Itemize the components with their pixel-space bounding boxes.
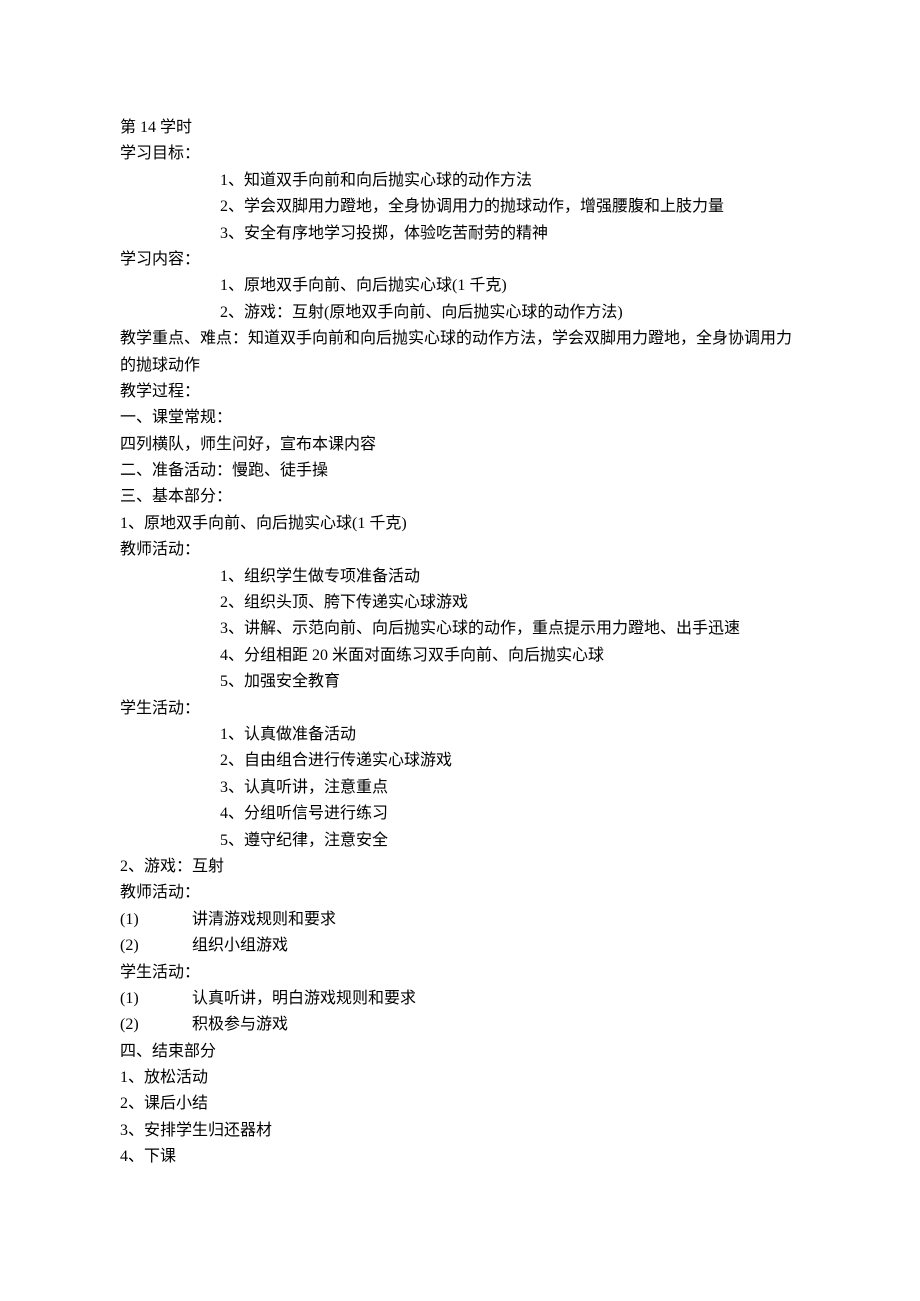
paren-text: 认真听讲，明白游戏规则和要求 bbox=[192, 986, 416, 1012]
paren-number: (1) bbox=[120, 907, 192, 933]
content-item: 2、游戏：互射(原地双手向前、向后抛实心球的动作方法) bbox=[120, 300, 800, 326]
goal-item: 2、学会双脚用力蹬地，全身协调用力的抛球动作，增强腰腹和上肢力量 bbox=[120, 194, 800, 220]
student-activity-label: 学生活动： bbox=[120, 960, 800, 986]
goals-label: 学习目标： bbox=[120, 141, 800, 167]
student-activity-paren-item: (2) 积极参与游戏 bbox=[120, 1012, 800, 1038]
section1-label: 一、课堂常规： bbox=[120, 405, 800, 431]
student-activity-item: 5、遵守纪律，注意安全 bbox=[120, 828, 800, 854]
student-activity-item: 4、分组听信号进行练习 bbox=[120, 801, 800, 827]
paren-text: 积极参与游戏 bbox=[192, 1012, 288, 1038]
student-activity-item: 2、自由组合进行传递实心球游戏 bbox=[120, 748, 800, 774]
lesson-number: 第 14 学时 bbox=[120, 115, 800, 141]
section2-label: 二、准备活动：慢跑、徒手操 bbox=[120, 458, 800, 484]
student-activity-label: 学生活动： bbox=[120, 696, 800, 722]
content-label: 学习内容： bbox=[120, 247, 800, 273]
ending-item: 2、课后小结 bbox=[120, 1091, 800, 1117]
ending-item: 4、下课 bbox=[120, 1144, 800, 1170]
part1-label: 1、原地双手向前、向后抛实心球(1 千克) bbox=[120, 511, 800, 537]
teacher-activity-item: 5、加强安全教育 bbox=[120, 669, 800, 695]
student-activity-item: 1、认真做准备活动 bbox=[120, 722, 800, 748]
paren-number: (2) bbox=[120, 1012, 192, 1038]
teacher-activity-label: 教师活动： bbox=[120, 880, 800, 906]
student-activity-item: 3、认真听讲，注意重点 bbox=[120, 775, 800, 801]
part2-label: 2、游戏：互射 bbox=[120, 854, 800, 880]
paren-text: 讲清游戏规则和要求 bbox=[192, 907, 336, 933]
goal-item: 1、知道双手向前和向后抛实心球的动作方法 bbox=[120, 168, 800, 194]
key-points: 教学重点、难点：知道双手向前和向后抛实心球的动作方法，学会双脚用力蹬地，全身协调… bbox=[120, 326, 800, 379]
paren-number: (1) bbox=[120, 986, 192, 1012]
teacher-activity-paren-item: (1) 讲清游戏规则和要求 bbox=[120, 907, 800, 933]
ending-item: 1、放松活动 bbox=[120, 1065, 800, 1091]
goal-item: 3、安全有序地学习投掷，体验吃苦耐劳的精神 bbox=[120, 221, 800, 247]
teacher-activity-item: 4、分组相距 20 米面对面练习双手向前、向后抛实心球 bbox=[120, 643, 800, 669]
teacher-activity-item: 3、讲解、示范向前、向后抛实心球的动作，重点提示用力蹬地、出手迅速 bbox=[120, 616, 800, 642]
teacher-activity-label: 教师活动： bbox=[120, 537, 800, 563]
ending-item: 3、安排学生归还器材 bbox=[120, 1118, 800, 1144]
content-item: 1、原地双手向前、向后抛实心球(1 千克) bbox=[120, 273, 800, 299]
teacher-activity-item: 2、组织头顶、胯下传递实心球游戏 bbox=[120, 590, 800, 616]
teacher-activity-item: 1、组织学生做专项准备活动 bbox=[120, 564, 800, 590]
paren-number: (2) bbox=[120, 933, 192, 959]
student-activity-paren-item: (1) 认真听讲，明白游戏规则和要求 bbox=[120, 986, 800, 1012]
section3-label: 三、基本部分： bbox=[120, 484, 800, 510]
teacher-activity-paren-item: (2) 组织小组游戏 bbox=[120, 933, 800, 959]
section1-text: 四列横队，师生问好，宣布本课内容 bbox=[120, 432, 800, 458]
section4-label: 四、结束部分 bbox=[120, 1039, 800, 1065]
process-label: 教学过程： bbox=[120, 379, 800, 405]
paren-text: 组织小组游戏 bbox=[192, 933, 288, 959]
